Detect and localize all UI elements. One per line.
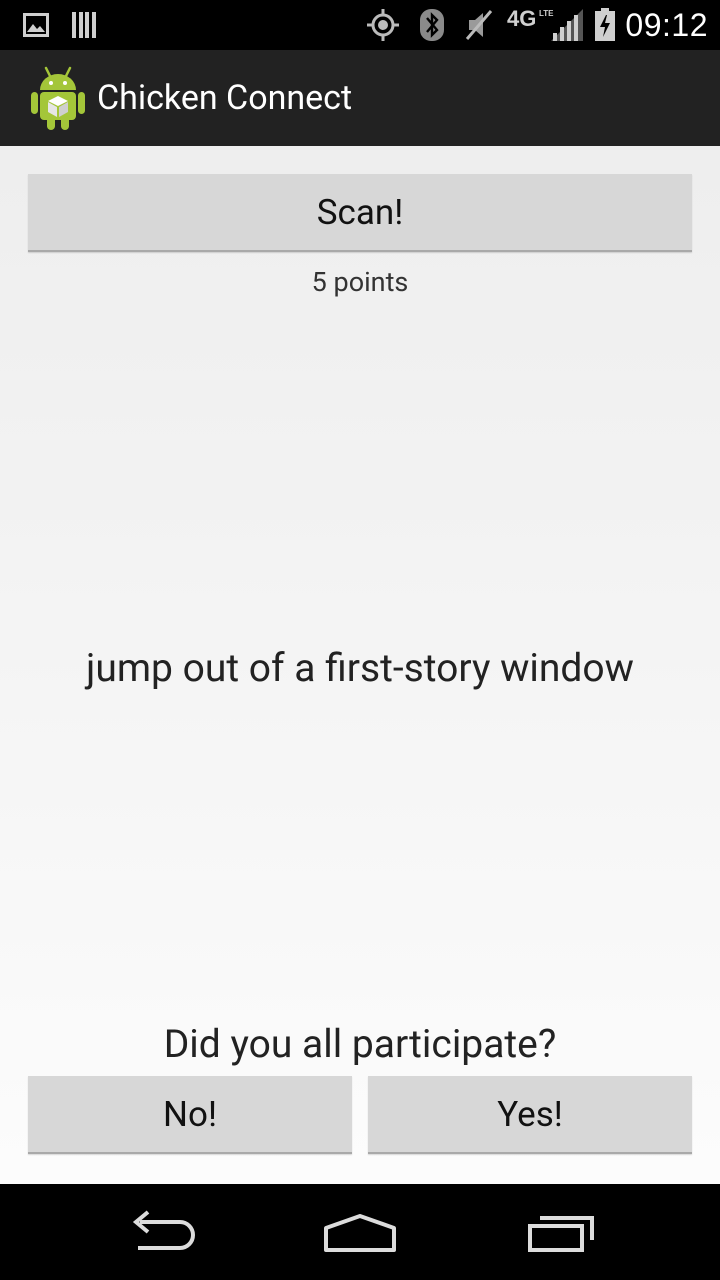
signal-icon [548,8,586,42]
battery-charging-icon [592,8,618,42]
main-content: Scan! 5 points jump out of a first-story… [0,146,720,1184]
app-title: Chicken Connect [97,78,353,118]
back-icon[interactable] [124,1210,196,1254]
status-clock: 09:12 [625,7,708,43]
status-bar: 4G LTE 09:12 [0,0,720,50]
action-bar: Chicken Connect [0,50,720,146]
yes-button[interactable]: Yes! [368,1076,692,1154]
participation-question: Did you all participate? [163,1021,557,1067]
points-label: 5 points [311,266,409,298]
home-icon[interactable] [322,1210,398,1254]
navigation-bar [0,1184,720,1280]
gps-icon [366,8,400,42]
picture-icon [22,8,50,42]
no-button[interactable]: No! [28,1076,352,1154]
scan-button[interactable]: Scan! [28,174,692,252]
android-app-icon[interactable] [28,64,88,132]
mute-icon [462,8,496,42]
recent-apps-icon[interactable] [526,1210,598,1254]
challenge-text: jump out of a first-story window [86,645,634,691]
svg-text:4G: 4G [507,6,536,31]
barcode-icon [70,8,98,42]
bluetooth-icon [418,8,446,42]
